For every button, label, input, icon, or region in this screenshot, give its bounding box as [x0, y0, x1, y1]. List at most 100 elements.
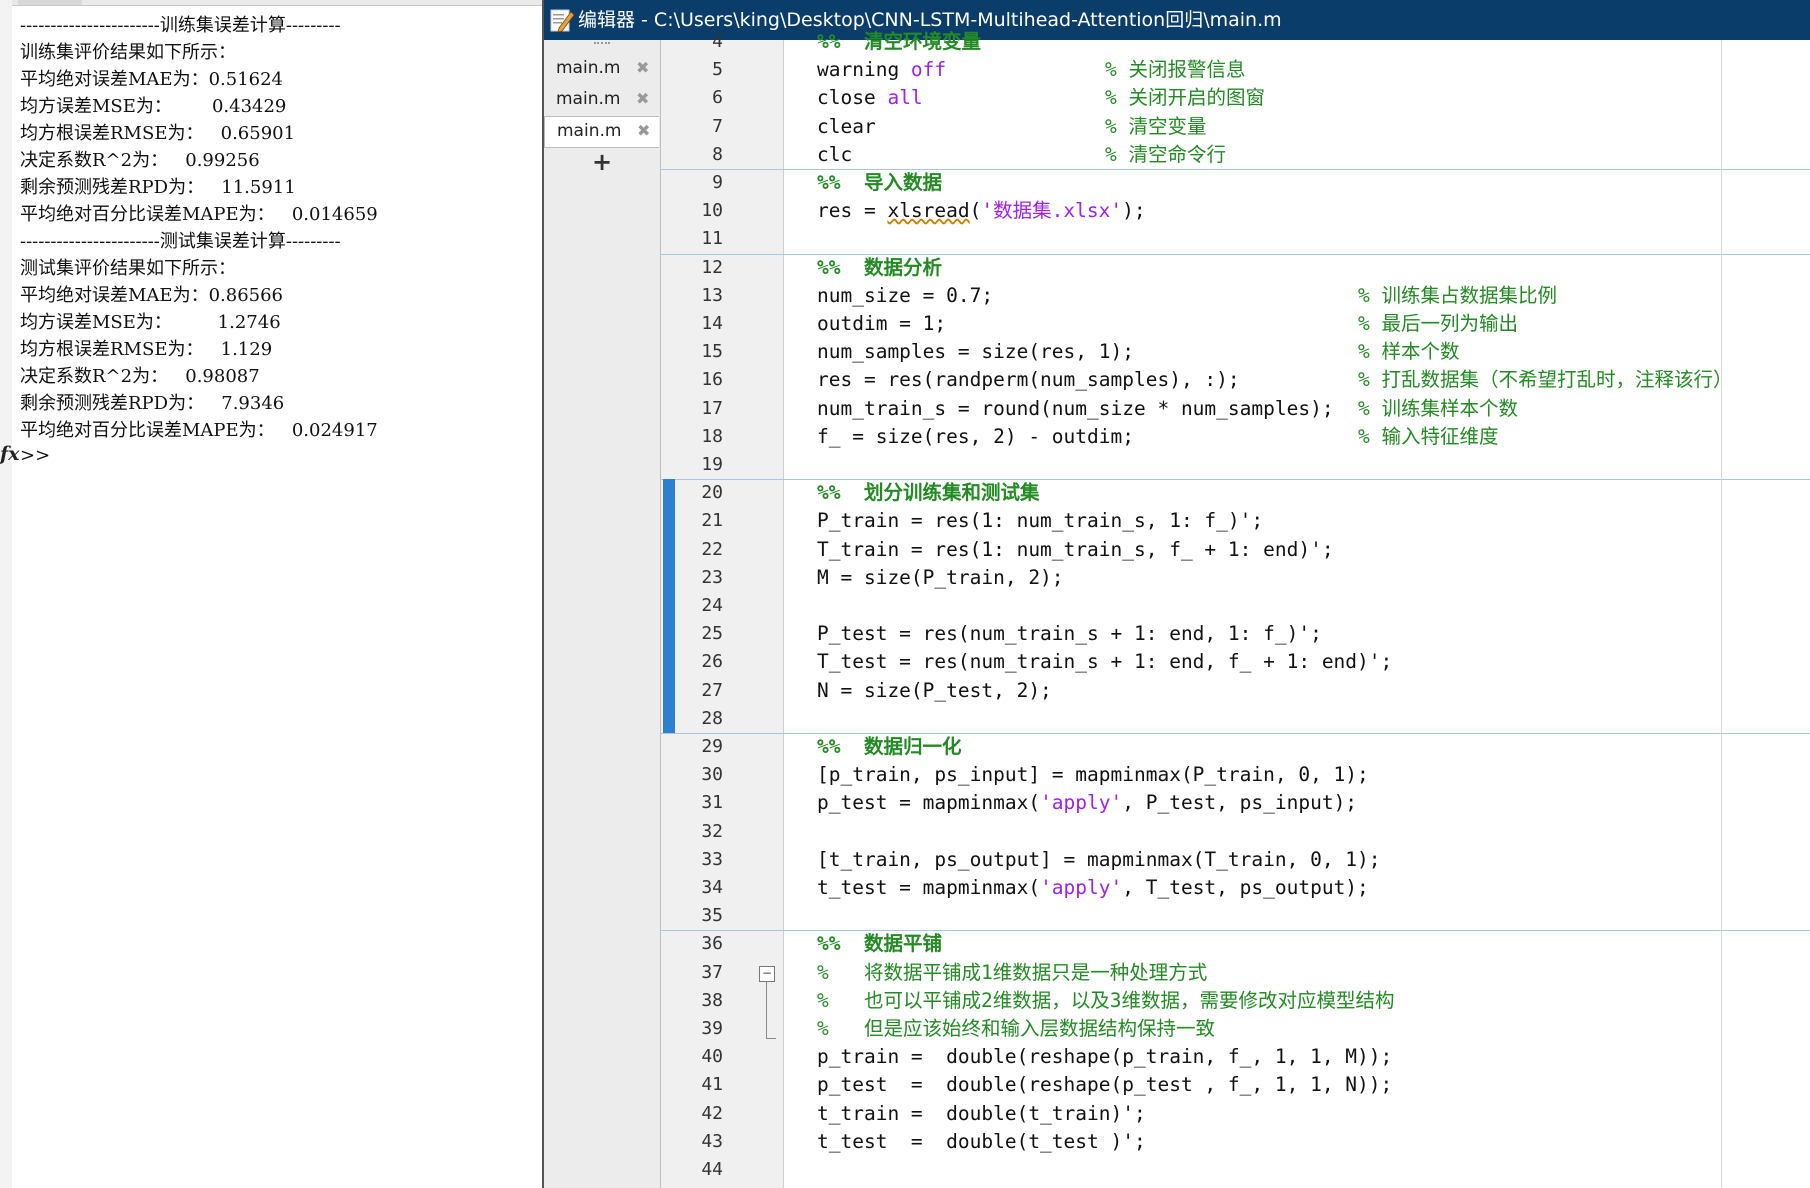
line-number: 18: [701, 425, 723, 447]
code-token: num_size = 0.7;: [817, 283, 994, 307]
fold-toggle-icon[interactable]: −: [759, 965, 775, 982]
code-line[interactable]: 28: [661, 705, 1810, 733]
code-line[interactable]: 44: [661, 1156, 1810, 1184]
code-line[interactable]: 30 [p_train, ps_input] = mapminmax(P_trai…: [661, 761, 1810, 789]
code-line[interactable]: 6 close all % 关闭开启的图窗: [661, 84, 1810, 112]
inline-comment: % 清空变量: [1105, 114, 1207, 138]
code-line[interactable]: 8 clc % 清空命令行: [661, 141, 1810, 169]
code-line[interactable]: 27 N = size(P_test, 2);: [661, 677, 1810, 705]
cell-divider: [661, 169, 1810, 170]
command-output-line: 均方根误差RMSE为： 1.129: [20, 339, 273, 360]
command-window[interactable]: -----------------------训练集误差计算--------- 训…: [0, 0, 542, 1188]
code-line[interactable]: 19: [661, 451, 1810, 479]
line-number: 40: [701, 1046, 723, 1068]
code-line[interactable]: 15 num_samples = size(res, 1); % 样本个数: [661, 338, 1810, 366]
code-token: p_test = double(reshape(p_test , f_, 1, …: [817, 1073, 1393, 1097]
code-line[interactable]: 41 p_test = double(reshape(p_test , f_, 1…: [661, 1071, 1810, 1099]
code-line[interactable]: 42 t_train = double(t_train)';: [661, 1100, 1810, 1128]
code-line[interactable]: 34 t_test = mapminmax('apply', T_test, ps…: [661, 874, 1810, 902]
code-line[interactable]: 32: [661, 818, 1810, 846]
command-output-line: 剩余预测残差RPD为： 7.9346: [20, 393, 285, 414]
command-output-line: 平均绝对误差MAE为：0.51624: [20, 69, 284, 90]
command-window-toolbar: [0, 0, 542, 6]
fold-range-end: [766, 1038, 776, 1039]
command-window-margin: [0, 0, 12, 1188]
code-token: );: [1122, 199, 1146, 223]
code-line[interactable]: 17 num_train_s = round(num_size * num_sam…: [661, 395, 1810, 423]
code-text: res = xlsread('数据集.xlsx');: [817, 197, 1146, 225]
code-line[interactable]: 31 p_test = mapminmax('apply', P_test, ps…: [661, 789, 1810, 817]
code-line[interactable]: 13 num_size = 0.7; % 训练集占数据集比例: [661, 282, 1810, 310]
command-output-line: -----------------------训练集误差计算---------: [20, 15, 341, 36]
code-line[interactable]: 7 clear % 清空变量: [661, 113, 1810, 141]
code-line[interactable]: 23 M = size(P_train, 2);: [661, 564, 1810, 592]
code-line[interactable]: 9 %% 导入数据: [661, 169, 1810, 197]
code-text: res = res(randperm(num_samples), :);: [817, 366, 1240, 394]
close-tab-icon[interactable]: ✖: [637, 121, 650, 140]
code-line[interactable]: 37 % 将数据平铺成1维数据只是一种处理方式: [661, 959, 1810, 987]
fx-icon[interactable]: fx: [0, 443, 20, 465]
code-text: %% 数据平铺: [817, 930, 942, 958]
code-line[interactable]: 36 %% 数据平铺: [661, 930, 1810, 958]
command-prompt[interactable]: >>: [20, 445, 50, 466]
code-area[interactable]: 4 %% 清空环境变量 5 warning off % 关闭报警信息 6 close all…: [661, 30, 1810, 1188]
code-line[interactable]: 18 f_ = size(res, 2) - outdim; % 输入特征维度: [661, 423, 1810, 451]
code-text: p_train = double(reshape(p_train, f_, 1,…: [817, 1043, 1392, 1071]
code-token: , T_test, ps_output);: [1122, 876, 1369, 899]
code-line[interactable]: 21 P_train = res(1: num_train_s, 1: f_)';: [661, 507, 1810, 535]
code-text: %% 清空环境变量: [817, 28, 981, 56]
code-line[interactable]: 11: [661, 225, 1810, 253]
code-token: % 也可以平铺成2维数据，以及3维数据，需要修改对应模型结构: [817, 988, 1395, 1012]
code-line[interactable]: 12 %% 数据分析: [661, 254, 1810, 282]
add-tab-button[interactable]: +: [592, 148, 612, 176]
close-tab-icon[interactable]: ✖: [636, 89, 649, 108]
line-number: 19: [701, 454, 723, 475]
code-text: num_size = 0.7;: [817, 282, 993, 310]
line-number: 16: [701, 369, 723, 391]
code-token: % 但是应该始终和输入层数据结构保持一致: [817, 1017, 1215, 1040]
line-number: 13: [701, 284, 723, 306]
code-line[interactable]: 35: [661, 902, 1810, 930]
code-line[interactable]: 26 T_test = res(num_train_s + 1: end, f_ …: [661, 648, 1810, 676]
code-text: T_train = res(1: num_train_s, f_ + 1: en…: [817, 536, 1334, 564]
line-number: 44: [701, 1159, 723, 1180]
code-text: %% 数据归一化: [817, 733, 961, 761]
code-text: P_train = res(1: num_train_s, 1: f_)';: [817, 507, 1263, 535]
code-token: outdim = 1;: [817, 312, 947, 335]
code-line[interactable]: 40 p_train = double(reshape(p_train, f_, …: [661, 1043, 1810, 1071]
code-line[interactable]: 4 %% 清空环境变量: [661, 28, 1810, 56]
command-output-line: 平均绝对百分比误差MAPE为： 0.014659: [20, 204, 378, 225]
code-text: %% 数据分析: [817, 254, 942, 282]
code-line[interactable]: 22 T_train = res(1: num_train_s, f_ + 1: …: [661, 536, 1810, 564]
line-number: 6: [712, 87, 723, 109]
code-text: p_test = double(reshape(p_test , f_, 1, …: [817, 1071, 1392, 1099]
code-line[interactable]: 5 warning off % 关闭报警信息: [661, 56, 1810, 84]
code-line[interactable]: 38 % 也可以平铺成2维数据，以及3维数据，需要修改对应模型结构: [661, 987, 1810, 1015]
code-line[interactable]: 43 t_test = double(t_test )';: [661, 1128, 1810, 1156]
code-text: P_test = res(num_train_s + 1: end, 1: f_…: [817, 620, 1322, 648]
editor-tab[interactable]: main.m ✖: [544, 85, 658, 115]
code-token: P_test = res(num_train_s + 1: end, 1: f_…: [817, 622, 1322, 646]
code-text: % 将数据平铺成1维数据只是一种处理方式: [817, 959, 1207, 987]
editor-tab[interactable]: main.m ✖: [544, 54, 658, 84]
line-number: 7: [712, 115, 723, 137]
grip-handle[interactable]: [594, 42, 610, 44]
code-line[interactable]: 10 res = xlsread('数据集.xlsx');: [661, 197, 1810, 225]
code-line[interactable]: 24: [661, 592, 1810, 620]
code-text: warning off: [817, 56, 946, 84]
code-line[interactable]: 33 [t_train, ps_output] = mapminmax(T_tra…: [661, 846, 1810, 874]
code-line[interactable]: 39 % 但是应该始终和输入层数据结构保持一致: [661, 1015, 1810, 1043]
editor-tab[interactable]: main.m ✖: [544, 116, 659, 148]
line-number: 9: [712, 172, 723, 193]
code-token: f_ = size(res, 2) - outdim;: [817, 424, 1134, 448]
code-line[interactable]: 16 res = res(randperm(num_samples), :); % …: [661, 366, 1810, 394]
code-text: outdim = 1;: [817, 310, 946, 338]
code-line[interactable]: 14 outdim = 1; % 最后一列为输出: [661, 310, 1810, 338]
close-tab-icon[interactable]: ✖: [636, 58, 649, 77]
code-line[interactable]: 20%% 划分训练集和测试集: [661, 479, 1810, 507]
code-token: clc: [817, 142, 853, 166]
code-line[interactable]: 25 P_test = res(num_train_s + 1: end, 1: …: [661, 620, 1810, 648]
command-output-line: 决定系数R^2为： 0.99256: [20, 150, 260, 171]
code-line[interactable]: 29 %% 数据归一化: [661, 733, 1810, 761]
command-output: -----------------------训练集误差计算--------- 训…: [20, 12, 540, 444]
